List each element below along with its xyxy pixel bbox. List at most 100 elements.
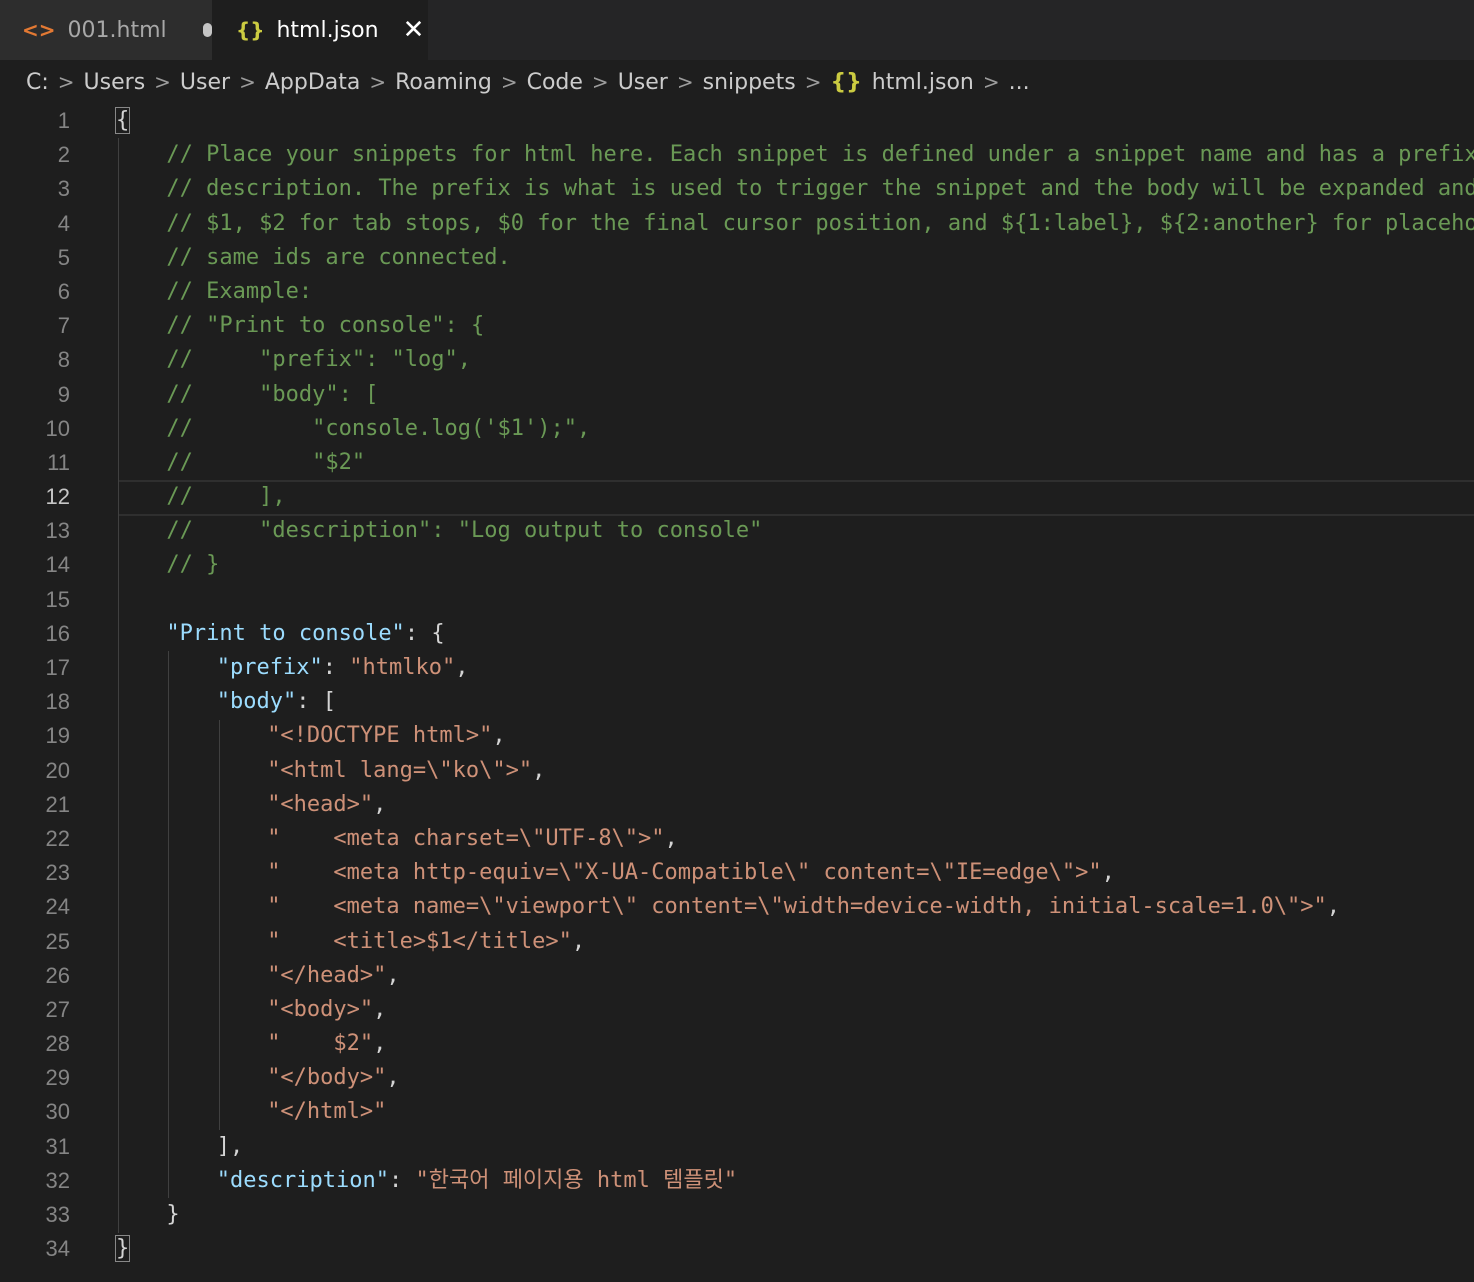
- html-file-icon: <>: [22, 18, 56, 42]
- code-line[interactable]: 17 "prefix": "htmlko",: [0, 651, 1474, 685]
- code-line[interactable]: 11 // "$2": [0, 446, 1474, 480]
- code-text: " <meta http-equiv=\"X-UA-Compatible\" c…: [267, 860, 1115, 886]
- line-number: 2: [57, 142, 70, 168]
- breadcrumb-item[interactable]: User: [618, 70, 668, 95]
- line-number: 20: [45, 757, 70, 783]
- tab-label: 001.html: [67, 17, 167, 43]
- line-number: 23: [45, 860, 70, 886]
- code-line[interactable]: 32 "description": "한국어 페이지용 html 템플릿": [0, 1164, 1474, 1198]
- code-text: // "description": "Log output to console…: [166, 518, 763, 544]
- code-line[interactable]: 5 // same ids are connected.: [0, 241, 1474, 275]
- code-line[interactable]: 20 "<html lang=\"ko\">",: [0, 754, 1474, 788]
- code-line[interactable]: 6 // Example:: [0, 275, 1474, 309]
- code-line[interactable]: 27 "<body>",: [0, 993, 1474, 1027]
- code-text: // Place your snippets for html here. Ea…: [166, 142, 1474, 168]
- code-line[interactable]: 25 " <title>$1</title>",: [0, 925, 1474, 959]
- code-line[interactable]: 33}: [0, 1198, 1474, 1232]
- code-line[interactable]: 22 " <meta charset=\"UTF-8\">",: [0, 822, 1474, 856]
- chevron-right-icon: >: [500, 70, 518, 94]
- line-number: 18: [45, 689, 70, 715]
- code-line[interactable]: 14 // }: [0, 548, 1474, 582]
- code-text: "</html>": [267, 1099, 387, 1125]
- code-text: "<head>",: [267, 791, 387, 817]
- line-number: 26: [45, 962, 70, 988]
- tab-bar: <> 001.html {} html.json ✕: [0, 0, 1474, 60]
- code-line[interactable]: 23 " <meta http-equiv=\"X-UA-Compatible\"…: [0, 856, 1474, 890]
- json-file-icon: {}: [236, 18, 265, 42]
- code-line[interactable]: 2 // Place your snippets for html here. E…: [0, 138, 1474, 172]
- line-number: 11: [47, 449, 70, 475]
- line-number: 9: [57, 381, 70, 407]
- tab-html-json[interactable]: {} html.json ✕: [212, 0, 428, 60]
- line-number: 21: [45, 791, 70, 817]
- breadcrumb-item[interactable]: snippets: [703, 70, 796, 95]
- code-line[interactable]: 3 // description. The prefix is what is u…: [0, 172, 1474, 206]
- code-line[interactable]: 1{: [0, 104, 1474, 138]
- chevron-right-icon: >: [57, 70, 75, 94]
- close-tab-icon[interactable]: ✕: [403, 17, 425, 43]
- code-text: " <title>$1</title>",: [267, 928, 586, 954]
- code-text: " <meta charset=\"UTF-8\">",: [267, 825, 678, 851]
- breadcrumb-item[interactable]: Code: [527, 70, 583, 95]
- code-line[interactable]: 19 "<!DOCTYPE html>",: [0, 719, 1474, 753]
- breadcrumb-item[interactable]: Roaming: [395, 70, 492, 95]
- code-line[interactable]: 7 // "Print to console": {: [0, 309, 1474, 343]
- line-number: 3: [57, 176, 70, 202]
- line-number: 31: [45, 1133, 70, 1159]
- code-text: "<html lang=\"ko\">",: [267, 757, 546, 783]
- line-number: 29: [45, 1065, 70, 1091]
- code-line[interactable]: 31],: [0, 1130, 1474, 1164]
- json-file-icon: {}: [830, 69, 862, 95]
- code-text: "body": [: [216, 689, 337, 715]
- chevron-right-icon: >: [676, 70, 694, 94]
- code-text: "prefix": "htmlko",: [216, 655, 469, 680]
- breadcrumb-item[interactable]: AppData: [265, 70, 361, 95]
- code-line[interactable]: 13 // "description": "Log output to conso…: [0, 514, 1474, 548]
- line-number: 19: [45, 723, 70, 749]
- code-text: ],: [216, 1133, 244, 1159]
- code-text: "</head>",: [267, 962, 400, 988]
- code-text: // description. The prefix is what is us…: [166, 176, 1474, 202]
- line-number: 15: [45, 586, 70, 612]
- code-line[interactable]: 8 // "prefix": "log",: [0, 343, 1474, 377]
- code-text: "description": "한국어 페이지용 html 템플릿": [216, 1167, 738, 1193]
- code-line[interactable]: 29 "</body>",: [0, 1061, 1474, 1095]
- line-number: 8: [57, 347, 70, 373]
- line-number: 16: [45, 620, 70, 646]
- chevron-right-icon: >: [982, 70, 1000, 94]
- code-line[interactable]: 26 "</head>",: [0, 959, 1474, 993]
- code-line[interactable]: 15: [0, 583, 1474, 617]
- code-line[interactable]: 18 "body": [: [0, 685, 1474, 719]
- code-line[interactable]: 12 // ],: [0, 480, 1474, 514]
- matched-bracket: }: [114, 1235, 131, 1263]
- code-line[interactable]: 9 // "body": [: [0, 378, 1474, 412]
- code-line[interactable]: 24 " <meta name=\"viewport\" content=\"wi…: [0, 890, 1474, 924]
- line-number: 5: [57, 244, 70, 270]
- code-text: // $1, $2 for tab stops, $0 for the fina…: [166, 210, 1474, 236]
- line-number: 17: [45, 655, 70, 680]
- code-text: }: [166, 1202, 180, 1227]
- breadcrumb-item[interactable]: Users: [84, 70, 146, 95]
- chevron-right-icon: >: [154, 70, 171, 94]
- line-number: 10: [45, 415, 70, 441]
- code-line[interactable]: 10 // "console.log('$1');",: [0, 412, 1474, 446]
- code-editor[interactable]: 1{ 2 // Place your snippets for html here.…: [0, 104, 1474, 1282]
- line-number: 6: [57, 278, 70, 304]
- code-text: "<!DOCTYPE html>",: [267, 723, 506, 749]
- chevron-right-icon: >: [369, 70, 387, 94]
- tab-001-html[interactable]: <> 001.html: [0, 0, 212, 60]
- unsaved-dot-icon[interactable]: [202, 23, 212, 37]
- code-text: // ],: [166, 484, 286, 510]
- breadcrumb-item[interactable]: ...: [1009, 70, 1030, 95]
- code-line[interactable]: 28 " $2",: [0, 1027, 1474, 1061]
- breadcrumb-item[interactable]: C:: [26, 70, 49, 95]
- code-line[interactable]: 21 "<head>",: [0, 788, 1474, 822]
- code-line[interactable]: 30 "</html>": [0, 1095, 1474, 1129]
- code-text: " <meta name=\"viewport\" content=\"widt…: [267, 894, 1341, 920]
- line-number: 1: [57, 108, 70, 133]
- breadcrumb-item[interactable]: User: [180, 70, 230, 95]
- breadcrumb-item[interactable]: html.json: [872, 70, 974, 95]
- code-line[interactable]: 16 "Print to console": {: [0, 617, 1474, 651]
- code-line[interactable]: 34}: [0, 1232, 1474, 1266]
- code-line[interactable]: 4 // $1, $2 for tab stops, $0 for the fin…: [0, 207, 1474, 241]
